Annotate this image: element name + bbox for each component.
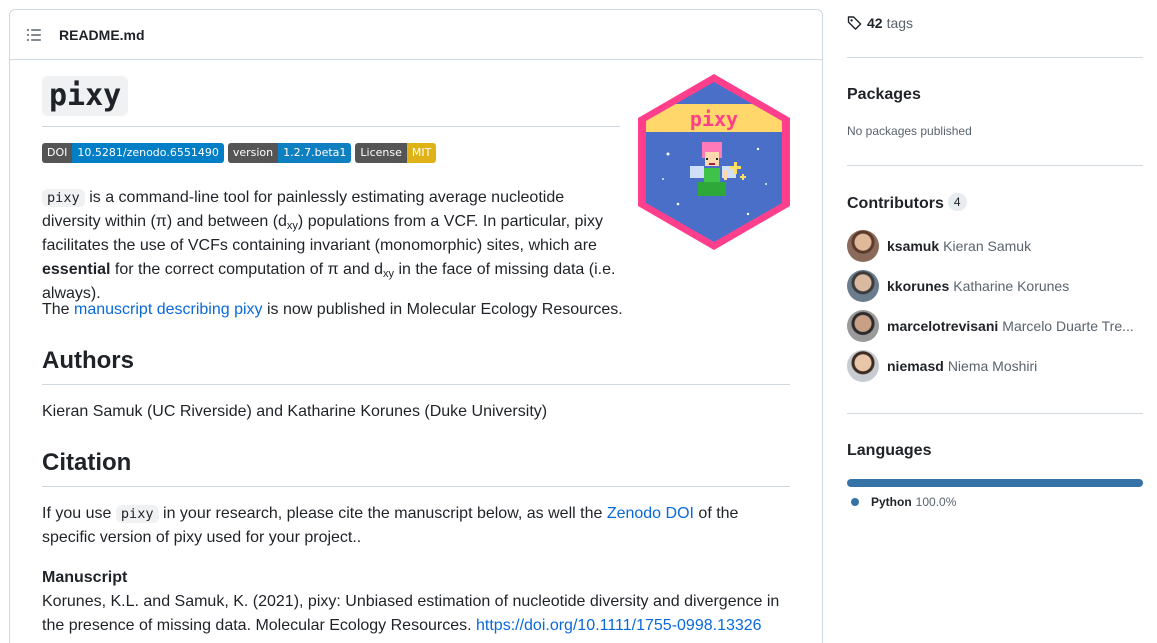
avatar[interactable]	[847, 270, 879, 302]
tags-label: tags	[886, 15, 914, 31]
intro-paragraph: pixy is a command-line tool for painless…	[42, 189, 616, 302]
avatar[interactable]	[847, 350, 879, 382]
manuscript-heading: Manuscript	[42, 569, 128, 586]
tags-count: 42	[867, 15, 883, 31]
version-badge[interactable]: version 1.2.7.beta1	[227, 143, 352, 163]
manuscript-reference: Korunes, K.L. and Samuk, K. (2021), pixy…	[42, 593, 780, 634]
doi-link[interactable]: https://doi.org/10.1111/1755-0998.13326	[476, 617, 762, 634]
sidebar-divider	[847, 413, 1143, 414]
contributor-item[interactable]: ksamuk Kieran Samuk	[847, 230, 1143, 262]
manuscript-link[interactable]: manuscript describing pixy	[74, 301, 263, 318]
authors-heading: Authors	[42, 346, 790, 385]
license-badge[interactable]: License MIT	[355, 143, 437, 163]
citation-paragraph: If you use pixy in your research, please…	[42, 505, 739, 546]
inline-code-pixy: pixy	[42, 189, 85, 207]
doi-badge[interactable]: DOI 10.5281/zenodo.6551490	[42, 143, 224, 163]
contributors-heading[interactable]: Contributors 4	[847, 193, 967, 213]
tag-icon	[847, 16, 862, 30]
badge-row: DOI 10.5281/zenodo.6551490 version 1.2.7…	[42, 143, 437, 163]
citation-heading: Citation	[42, 448, 790, 487]
pixy-logo: pixy	[638, 74, 790, 250]
authors-text: Kieran Samuk (UC Riverside) and Katharin…	[42, 403, 548, 420]
languages-heading: Languages	[847, 442, 932, 459]
logo-text: pixy	[690, 107, 738, 131]
avatar[interactable]	[847, 310, 879, 342]
contributor-item[interactable]: niemasd Niema Moshiri	[847, 350, 1143, 382]
language-color-dot	[851, 498, 859, 506]
packages-text: No packages published	[847, 124, 972, 138]
list-icon[interactable]	[26, 27, 42, 43]
readme-title-block: pixy	[42, 76, 620, 127]
packages-heading[interactable]: Packages	[847, 86, 921, 104]
sidebar-divider	[847, 57, 1143, 58]
inline-code-pixy: pixy	[115, 505, 159, 523]
avatar[interactable]	[847, 230, 879, 262]
tags-link[interactable]: 42 tags	[847, 15, 913, 31]
language-item-python[interactable]: Python 100.0%	[851, 495, 956, 509]
readme-header: README.md	[10, 10, 822, 60]
readme-filename: README.md	[59, 26, 145, 43]
manuscript-sentence: The manuscript describing pixy is now pu…	[42, 301, 623, 318]
readme-panel: README.md pixy DOI 10.5281/zenodo.655149…	[9, 9, 823, 643]
sidebar-divider	[847, 165, 1143, 166]
zenodo-doi-link[interactable]: Zenodo DOI	[607, 505, 694, 522]
contributor-item[interactable]: kkorunes Katharine Korunes	[847, 270, 1143, 302]
language-bar[interactable]	[847, 479, 1143, 487]
page-title: pixy	[42, 76, 129, 116]
contributors-count: 4	[947, 193, 967, 211]
contributor-item[interactable]: marcelotrevisani Marcelo Duarte Tre...	[847, 310, 1143, 342]
